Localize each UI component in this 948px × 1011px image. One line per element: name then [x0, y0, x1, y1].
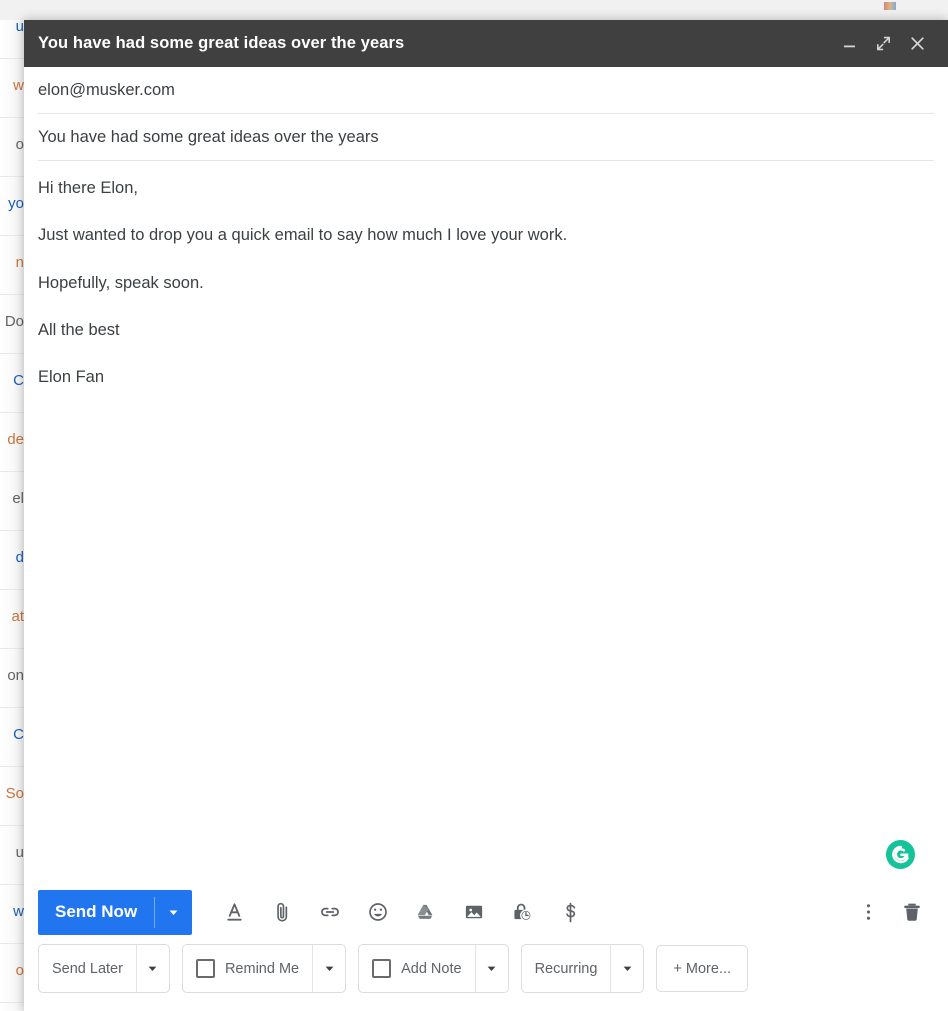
background-list-item: on: [0, 649, 24, 708]
compose-title: You have had some great ideas over the y…: [38, 34, 832, 53]
background-text-fragment: u: [16, 18, 24, 35]
send-options-caret-icon[interactable]: [155, 890, 192, 935]
send-later-button-group: Send Later: [38, 944, 170, 993]
insert-emoji-icon[interactable]: [354, 890, 402, 934]
format-text-icon[interactable]: [210, 890, 258, 934]
insert-money-icon[interactable]: [546, 890, 594, 934]
discard-draft-icon[interactable]: [890, 890, 934, 934]
body-paragraph: Elon Fan: [38, 366, 934, 388]
body-paragraph: Just wanted to drop you a quick email to…: [38, 224, 934, 246]
background-list-item: el: [0, 472, 24, 531]
background-text-fragment: el: [12, 490, 24, 507]
toolbar-right-actions: [846, 890, 934, 934]
background-text-fragment: w: [13, 903, 24, 920]
background-text-fragment: de: [7, 431, 24, 448]
background-text-fragment: w: [13, 77, 24, 94]
recurring-button-group: Recurring: [521, 944, 645, 993]
body-paragraph: Hopefully, speak soon.: [38, 272, 934, 294]
subject-field[interactable]: You have had some great ideas over the y…: [38, 114, 934, 161]
background-list-item: yo: [0, 1003, 24, 1011]
remind-me-label: Remind Me: [225, 961, 299, 977]
background-text-fragment: C: [13, 372, 24, 389]
background-list-item: C: [0, 708, 24, 767]
minimize-icon[interactable]: [832, 27, 866, 61]
formatting-tools: [210, 890, 846, 934]
background-list-item: Do: [0, 295, 24, 354]
expand-icon[interactable]: [866, 27, 900, 61]
message-body[interactable]: Hi there Elon, Just wanted to drop you a…: [38, 161, 934, 880]
background-list-item: n: [0, 236, 24, 295]
background-list-item: o: [0, 118, 24, 177]
grammarly-icon[interactable]: [885, 839, 916, 870]
boomerang-toolbar: Send Later Remind Me Add Note: [38, 944, 934, 993]
background-text-fragment: Do: [5, 313, 24, 330]
background-list-item: w: [0, 885, 24, 944]
background-list-item: So: [0, 767, 24, 826]
add-note-button-group: Add Note: [358, 944, 508, 993]
background-text-fragment: o: [16, 136, 24, 153]
send-later-button[interactable]: Send Later: [39, 945, 136, 992]
compose-window: You have had some great ideas over the y…: [24, 20, 948, 1011]
recurring-caret-icon[interactable]: [610, 945, 643, 992]
background-text-fragment: at: [11, 608, 24, 625]
recurring-label: Recurring: [535, 961, 598, 977]
insert-link-icon[interactable]: [306, 890, 354, 934]
add-note-label: Add Note: [401, 961, 461, 977]
send-later-caret-icon[interactable]: [136, 945, 169, 992]
attach-file-icon[interactable]: [258, 890, 306, 934]
recurring-button[interactable]: Recurring: [522, 945, 611, 992]
remind-me-button[interactable]: Remind Me: [183, 945, 312, 992]
background-top-strip: [0, 0, 948, 20]
body-paragraph: Hi there Elon,: [38, 177, 934, 199]
compose-header: You have had some great ideas over the y…: [24, 20, 948, 67]
background-text-fragment: n: [16, 254, 24, 271]
more-options-icon[interactable]: [846, 890, 890, 934]
background-list-item: o: [0, 944, 24, 1003]
google-drive-icon[interactable]: [402, 890, 450, 934]
background-list-item: de: [0, 413, 24, 472]
background-list-item: C: [0, 354, 24, 413]
insert-photo-icon[interactable]: [450, 890, 498, 934]
add-note-button[interactable]: Add Note: [359, 945, 474, 992]
background-text-fragment: on: [7, 667, 24, 684]
background-decorative-pixels: [884, 2, 896, 10]
background-list-item: at: [0, 590, 24, 649]
remind-me-caret-icon[interactable]: [312, 945, 345, 992]
send-now-button[interactable]: Send Now: [38, 890, 154, 935]
background-text-fragment: o: [16, 962, 24, 979]
close-icon[interactable]: [900, 27, 934, 61]
send-button-group: Send Now: [38, 890, 192, 935]
background-text-fragment: d: [16, 549, 24, 566]
background-text-fragment: So: [6, 785, 24, 802]
background-email-list: u w o yo n Do Cde el d at on C So u w o yo: [0, 0, 24, 1011]
remind-me-button-group: Remind Me: [182, 944, 346, 993]
background-list-item: u: [0, 826, 24, 885]
confidential-mode-icon[interactable]: [498, 890, 546, 934]
background-list-item: d: [0, 531, 24, 590]
add-note-checkbox[interactable]: [372, 959, 391, 978]
recipient-field[interactable]: elon@musker.com: [38, 67, 934, 114]
background-text-fragment: u: [16, 844, 24, 861]
add-note-caret-icon[interactable]: [475, 945, 508, 992]
background-list-item: yo: [0, 177, 24, 236]
background-text-fragment: yo: [8, 195, 24, 212]
compose-toolbar: Send Now: [38, 880, 934, 944]
remind-me-checkbox[interactable]: [196, 959, 215, 978]
background-text-fragment: C: [13, 726, 24, 743]
background-list-item: w: [0, 59, 24, 118]
body-paragraph: All the best: [38, 319, 934, 341]
more-button[interactable]: + More...: [656, 945, 748, 992]
send-later-label: Send Later: [52, 961, 123, 977]
